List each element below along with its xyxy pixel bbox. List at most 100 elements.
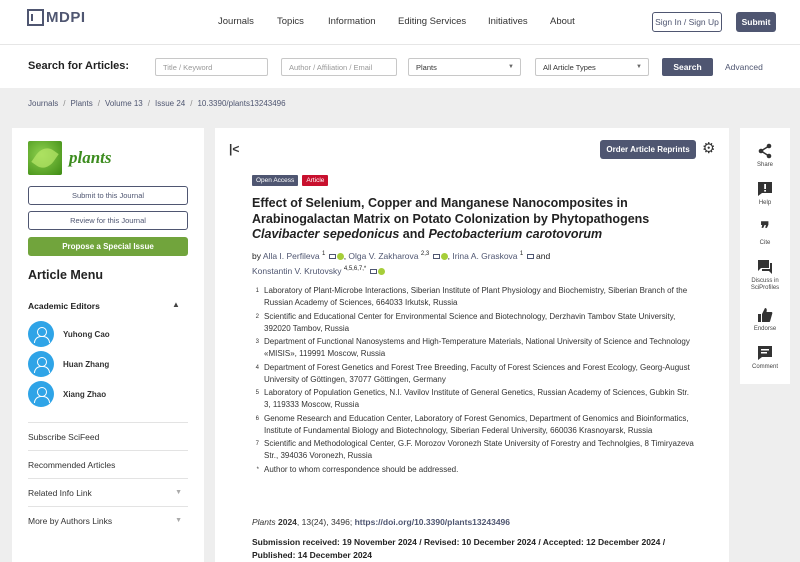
nav-topics[interactable]: Topics [277, 16, 304, 27]
plants-leaf-logo-icon[interactable] [28, 141, 62, 175]
email-icon[interactable] [328, 253, 336, 259]
title-species: Pectobacterium carotovorum [428, 227, 603, 241]
academic-editors-heading[interactable]: Academic Editors [28, 301, 100, 311]
journal-select-value: Plants [416, 62, 437, 72]
related-info-link[interactable]: Related Info Link ▼ [28, 478, 188, 506]
order-reprints-button[interactable]: Order Article Reprints [600, 140, 696, 159]
affiliation-text: Author to whom correspondence should be … [264, 464, 459, 474]
endorse-icon [740, 306, 790, 323]
more-by-authors-link[interactable]: More by Authors Links ▼ [28, 506, 188, 534]
orcid-icon[interactable] [440, 252, 448, 260]
affiliation-text: Laboratory of Plant-Microbe Interactions… [264, 286, 688, 307]
article-badges: Open Access Article [252, 175, 329, 186]
mdpi-logo[interactable]: MDPI [27, 9, 86, 26]
author-name[interactable]: Konstantin V. Krutovsky [252, 266, 341, 276]
author-affiliation-number: 1 [321, 251, 326, 257]
editor-item[interactable]: Yuhong Cao [28, 321, 110, 347]
breadcrumb: Journals / Plants / Volume 13 / Issue 24 / 1… [28, 99, 286, 108]
affiliation-item: 1 Laboratory of Plant-Microbe Interaction… [252, 285, 702, 309]
email-icon[interactable] [369, 268, 377, 274]
author-name[interactable]: Alla I. Perfileva [263, 251, 320, 261]
orcid-icon[interactable] [336, 252, 344, 260]
article-sidebar: plants Submit to this Journal Review for… [12, 128, 204, 562]
advanced-search-link[interactable]: Advanced [725, 62, 763, 72]
propose-special-issue-button[interactable]: Propose a Special Issue [28, 237, 188, 256]
subscribe-scifeed-label: Subscribe SciFeed [28, 431, 100, 442]
author-name[interactable]: Irina A. Graskova [452, 251, 517, 261]
nav-information[interactable]: Information [328, 16, 376, 27]
review-for-journal-button[interactable]: Review for this Journal [28, 211, 188, 230]
affiliation-number: 7 [255, 441, 259, 447]
mdpi-logo-text: MDPI [46, 9, 86, 26]
title-line: Arabinogalactan Matrix on Potato Coloniz… [252, 211, 650, 226]
recommended-articles-link[interactable]: Recommended Articles [28, 450, 188, 478]
comment-action[interactable]: Comment [740, 344, 790, 371]
author-name[interactable]: Olga V. Zakharova [348, 251, 418, 261]
subscribe-scifeed-link[interactable]: Subscribe SciFeed [28, 422, 188, 450]
journal-select[interactable]: Plants ▼ [408, 58, 521, 76]
comment-icon [740, 344, 790, 361]
author-affiliation-number: 2,3 [420, 251, 430, 257]
affiliation-text: Department of Functional Nanosystems and… [264, 337, 690, 358]
email-icon[interactable] [526, 253, 534, 259]
chevron-down-icon: ▼ [175, 517, 182, 524]
breadcrumb-separator: / [63, 99, 66, 108]
search-button[interactable]: Search [662, 58, 713, 76]
share-action[interactable]: Share [740, 142, 790, 169]
affiliation-number: 3 [255, 339, 259, 345]
editor-item[interactable]: Huan Zhang [28, 351, 109, 377]
discuss-icon [740, 258, 790, 275]
nav-about[interactable]: About [550, 16, 575, 27]
breadcrumb-doi[interactable]: 10.3390/plants13243496 [197, 99, 285, 108]
article-menu-title: Article Menu [28, 268, 104, 282]
affiliation-item: * Author to whom correspondence should be… [252, 464, 702, 476]
help-action[interactable]: Help [740, 180, 790, 207]
affiliation-number: * [256, 466, 259, 473]
article-main: |< Order Article Reprints ⚙ Open Access … [215, 128, 729, 562]
cite-action[interactable]: ❞ Cite [740, 219, 790, 247]
affiliation-number: 1 [255, 288, 259, 294]
affiliation-item: 3 Department of Functional Nanosystems an… [252, 336, 702, 360]
endorse-action[interactable]: Endorse [740, 306, 790, 333]
orcid-icon[interactable] [377, 267, 385, 275]
chevron-up-icon[interactable]: ▲ [172, 300, 180, 309]
title-conjunction: and [399, 227, 429, 241]
doi-link[interactable]: https://doi.org/10.3390/plants13243496 [355, 517, 510, 527]
submit-button[interactable]: Submit [736, 12, 776, 32]
user-avatar-icon [28, 351, 54, 377]
gear-icon[interactable]: ⚙ [702, 140, 715, 158]
sign-in-button[interactable]: Sign In / Sign Up [652, 12, 722, 32]
chevron-down-icon: ▼ [636, 64, 642, 70]
nav-journals[interactable]: Journals [218, 16, 254, 27]
submit-to-journal-button[interactable]: Submit to this Journal [28, 186, 188, 205]
nav-initiatives[interactable]: Initiatives [488, 16, 528, 27]
journal-name[interactable]: plants [69, 148, 112, 168]
title-species: Clavibacter sepedonicus [252, 227, 400, 241]
affiliation-text: Laboratory of Population Genetics, N.I. … [264, 388, 689, 409]
article-title: Effect of Selenium, Copper and Manganese… [252, 196, 692, 243]
by-label: by [252, 250, 261, 261]
affiliation-text: Scientific and Educational Center for En… [264, 311, 676, 333]
author-affiliation-number: 4,5,6,7,* [343, 265, 367, 272]
citation-journal: Plants [252, 517, 276, 527]
breadcrumb-plants[interactable]: Plants [70, 99, 92, 108]
affiliations-list: 1 Laboratory of Plant-Microbe Interaction… [252, 285, 702, 477]
affiliation-item: 2 Scientific and Educational Center for E… [252, 311, 702, 335]
email-icon[interactable] [432, 253, 440, 259]
author-affiliation-input[interactable]: Author / Affiliation / Email [281, 58, 397, 76]
affiliation-text: Genome Research and Education Center, La… [264, 413, 689, 435]
collapse-sidebar-icon[interactable]: |< [229, 142, 239, 156]
nav-editing-services[interactable]: Editing Services [398, 16, 466, 27]
discuss-action[interactable]: Discuss in SciProfiles [740, 258, 790, 292]
breadcrumb-issue[interactable]: Issue 24 [155, 99, 185, 108]
article-type-select[interactable]: All Article Types ▼ [535, 58, 649, 76]
affiliation-text: Scientific and Methodological Center, G.… [264, 439, 694, 460]
share-icon [740, 142, 790, 159]
breadcrumb-journals[interactable]: Journals [28, 99, 58, 108]
editor-item[interactable]: Xiang Zhao [28, 381, 106, 407]
title-keyword-input[interactable]: Title / Keyword [155, 58, 268, 76]
article-type-select-value: All Article Types [543, 62, 596, 72]
affiliation-item: 4 Department of Forest Genetics and Fores… [252, 362, 702, 386]
affiliation-item: 6 Genome Research and Education Center, L… [252, 413, 702, 437]
breadcrumb-volume[interactable]: Volume 13 [105, 99, 143, 108]
